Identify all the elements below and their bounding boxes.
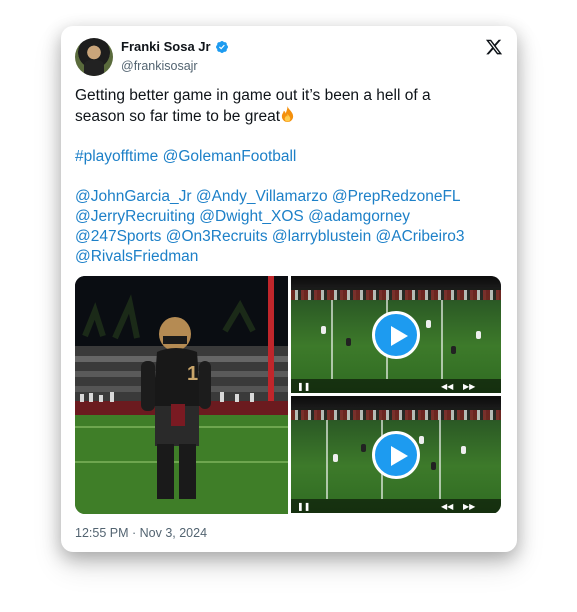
rewind-icon[interactable]: ◀◀	[441, 502, 453, 511]
yard-line	[439, 420, 441, 499]
mention-link[interactable]: @adamgorney	[308, 208, 410, 225]
tweet-header: Franki Sosa Jr @frankisosajr	[75, 38, 503, 82]
play-icon	[391, 445, 408, 466]
hashtag-link[interactable]: #playofftime	[75, 148, 158, 165]
mention-link[interactable]: @JerryRecruiting	[75, 208, 195, 225]
tweet-timestamp[interactable]: 12:55 PM · Nov 3, 2024	[75, 526, 207, 540]
pause-icon[interactable]: ❚❚	[297, 502, 310, 511]
mentions-line: @JohnGarcia_Jr @Andy_Villamarzo @PrepRed…	[75, 187, 505, 207]
player-marker	[451, 346, 456, 354]
author-display-name[interactable]: Franki Sosa Jr	[121, 39, 211, 54]
stadium-crowd	[291, 290, 501, 300]
tweet-text-line: Getting better game in game out it’s bee…	[75, 87, 431, 104]
video-top-bar	[291, 396, 501, 410]
player-marker	[321, 326, 326, 334]
tweet-text-segment: season so far time to be great	[75, 108, 281, 125]
mentions-line: @RivalsFriedman	[75, 247, 505, 267]
video-thumbnail[interactable]: ❚❚ ◀◀ ▶▶	[291, 396, 501, 513]
player-marker	[361, 444, 366, 452]
pause-icon[interactable]: ❚❚	[297, 382, 310, 391]
svg-text:1: 1	[187, 363, 198, 385]
football-player-photo[interactable]: 1	[75, 276, 288, 514]
fast-forward-icon[interactable]: ▶▶	[463, 382, 475, 391]
player-marker	[431, 462, 436, 470]
tweet-text: Getting better game in game out it’s bee…	[75, 86, 505, 267]
mention-link[interactable]: @ACribeiro3	[376, 228, 465, 245]
play-icon	[391, 325, 408, 346]
mention-link[interactable]: @PrepRedzoneFL	[332, 188, 461, 205]
video-thumbnail[interactable]: ❚❚ ◀◀ ▶▶	[291, 276, 501, 393]
fast-forward-icon[interactable]: ▶▶	[463, 502, 475, 511]
mentions-line: @247Sports @On3Recruits @larryblustein @…	[75, 227, 505, 247]
mention-link[interactable]: @Dwight_XOS	[199, 208, 303, 225]
player-marker	[346, 338, 351, 346]
mention-link[interactable]: @Andy_Villamarzo	[196, 188, 328, 205]
rewind-icon[interactable]: ◀◀	[441, 382, 453, 391]
x-logo-icon[interactable]	[485, 38, 503, 56]
author-name-row: Franki Sosa Jr	[121, 39, 229, 54]
stadium-crowd	[291, 410, 501, 420]
player-marker	[461, 446, 466, 454]
player-marker	[333, 454, 338, 462]
mention-link[interactable]: @247Sports	[75, 228, 161, 245]
avatar[interactable]	[75, 38, 113, 76]
yard-line	[331, 300, 333, 379]
tweet-text-line: season so far time to be great	[75, 106, 505, 127]
mention-link[interactable]: @RivalsFriedman	[75, 248, 198, 265]
video-column: ❚❚ ◀◀ ▶▶ ❚❚ ◀◀ ▶▶	[291, 276, 501, 514]
play-button[interactable]	[372, 430, 420, 479]
author-handle[interactable]: @frankisosajr	[121, 59, 198, 73]
hashtag-line: #playofftime @GolemanFootball	[75, 147, 505, 167]
mention-link[interactable]: @JohnGarcia_Jr	[75, 188, 192, 205]
photo-scene: 1	[75, 276, 288, 514]
mention-link[interactable]: @On3Recruits	[166, 228, 268, 245]
video-top-bar	[291, 276, 501, 290]
play-button[interactable]	[372, 310, 420, 359]
mentions-line: @JerryRecruiting @Dwight_XOS @adamgorney	[75, 207, 505, 227]
fire-emoji-icon	[281, 106, 294, 122]
yard-line	[326, 420, 328, 499]
mention-link[interactable]: @larryblustein	[272, 228, 371, 245]
mention-link[interactable]: @GolemanFootball	[163, 148, 297, 165]
verified-badge-icon	[215, 40, 228, 53]
yard-line	[441, 300, 443, 379]
player-marker	[426, 320, 431, 328]
tweet-card[interactable]: Franki Sosa Jr @frankisosajr Getting bet…	[61, 26, 517, 552]
player-marker	[419, 436, 424, 444]
media-grid: 1 ❚❚ ◀◀ ▶▶ ❚❚ ◀◀ ▶▶	[75, 276, 501, 514]
player-marker	[476, 331, 481, 339]
